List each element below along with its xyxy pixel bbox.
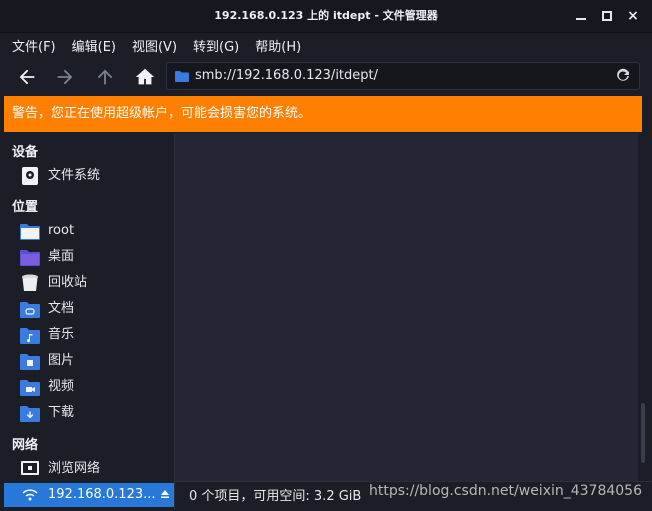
menu-view[interactable]: 视图(V) bbox=[132, 36, 177, 55]
arrow-right-icon bbox=[57, 69, 73, 85]
sidebar-item-label: 音乐 bbox=[48, 327, 75, 342]
home-folder-icon bbox=[20, 224, 40, 240]
watermark: https://blog.csdn.net/weixin_43784056 bbox=[368, 483, 642, 499]
section-places: 位置 bbox=[12, 200, 39, 215]
network-icon bbox=[21, 461, 39, 475]
title-bar: 192.168.0.123 上的 itdept - 文件管理器 × bbox=[0, 0, 652, 33]
back-button[interactable] bbox=[14, 64, 40, 90]
sidebar-item-videos[interactable]: 视频 bbox=[4, 375, 174, 399]
close-button[interactable]: × bbox=[626, 9, 640, 23]
sidebar: 设备 文件系统 位置 root 桌面 回收站 文档 音乐 图片 视频 下载 网络… bbox=[4, 133, 175, 510]
pictures-folder-icon bbox=[20, 354, 40, 370]
superuser-warning: 警告，您正在使用超级帐户，可能会损害您的系统。 bbox=[4, 96, 642, 132]
address-bar[interactable]: smb://192.168.0.123/itdept/ bbox=[166, 62, 640, 90]
window-title: 192.168.0.123 上的 itdept - 文件管理器 bbox=[214, 9, 438, 22]
section-devices: 设备 bbox=[12, 145, 39, 160]
folder-icon bbox=[175, 71, 189, 82]
trash-icon bbox=[22, 274, 38, 291]
window-controls: × bbox=[574, 9, 640, 23]
scrollbar-thumb[interactable] bbox=[641, 403, 645, 463]
scrollbar[interactable] bbox=[638, 133, 648, 481]
sidebar-item-label: 192.168.0.123... bbox=[48, 487, 156, 502]
menu-edit[interactable]: 编辑(E) bbox=[72, 36, 116, 55]
downloads-folder-icon bbox=[20, 406, 40, 422]
maximize-button[interactable] bbox=[600, 9, 614, 23]
home-button[interactable] bbox=[132, 64, 158, 90]
sidebar-item-label: 浏览网络 bbox=[48, 461, 101, 476]
menu-help[interactable]: 帮助(H) bbox=[255, 36, 301, 55]
sidebar-item-trash[interactable]: 回收站 bbox=[4, 271, 174, 295]
status-text: 0 个项目，可用空间: 3.2 GiB bbox=[189, 489, 362, 504]
sidebar-item-filesystem[interactable]: 文件系统 bbox=[4, 164, 174, 188]
drive-icon bbox=[22, 167, 38, 185]
music-folder-icon bbox=[20, 328, 40, 344]
sidebar-item-label: root bbox=[48, 223, 75, 238]
sidebar-item-label: 下载 bbox=[48, 405, 75, 420]
documents-folder-icon bbox=[20, 302, 40, 318]
file-list-area[interactable] bbox=[175, 133, 638, 481]
menu-bar: 文件(F) 编辑(E) 视图(V) 转到(G) 帮助(H) bbox=[0, 33, 652, 57]
eject-icon[interactable] bbox=[160, 489, 170, 499]
section-network: 网络 bbox=[12, 438, 39, 453]
sidebar-item-desktop[interactable]: 桌面 bbox=[4, 245, 174, 269]
sidebar-item-label: 文档 bbox=[48, 301, 75, 316]
up-button[interactable] bbox=[92, 64, 118, 90]
sidebar-item-root[interactable]: root bbox=[4, 219, 174, 243]
home-icon bbox=[135, 68, 155, 85]
arrow-left-icon bbox=[19, 69, 35, 85]
minimize-button[interactable] bbox=[574, 9, 588, 23]
network-share-icon bbox=[22, 489, 38, 501]
sidebar-item-network-share[interactable]: 192.168.0.123... bbox=[4, 483, 174, 507]
sidebar-item-browse-network[interactable]: 浏览网络 bbox=[4, 457, 174, 481]
desktop-folder-icon bbox=[20, 250, 40, 266]
videos-folder-icon bbox=[20, 380, 40, 396]
sidebar-item-music[interactable]: 音乐 bbox=[4, 323, 174, 347]
toolbar: smb://192.168.0.123/itdept/ bbox=[0, 58, 652, 96]
menu-file[interactable]: 文件(F) bbox=[12, 36, 56, 55]
sidebar-item-label: 图片 bbox=[48, 353, 75, 368]
sidebar-item-downloads[interactable]: 下载 bbox=[4, 401, 174, 425]
reload-icon[interactable] bbox=[615, 68, 631, 84]
menu-go[interactable]: 转到(G) bbox=[193, 36, 239, 55]
sidebar-item-label: 桌面 bbox=[48, 249, 75, 264]
forward-button[interactable] bbox=[52, 64, 78, 90]
arrow-up-icon bbox=[97, 69, 113, 85]
sidebar-item-documents[interactable]: 文档 bbox=[4, 297, 174, 321]
sidebar-item-label: 文件系统 bbox=[48, 168, 101, 183]
address-path[interactable]: smb://192.168.0.123/itdept/ bbox=[195, 63, 378, 89]
sidebar-item-label: 视频 bbox=[48, 379, 75, 394]
sidebar-item-label: 回收站 bbox=[48, 275, 88, 290]
sidebar-item-pictures[interactable]: 图片 bbox=[4, 349, 174, 373]
